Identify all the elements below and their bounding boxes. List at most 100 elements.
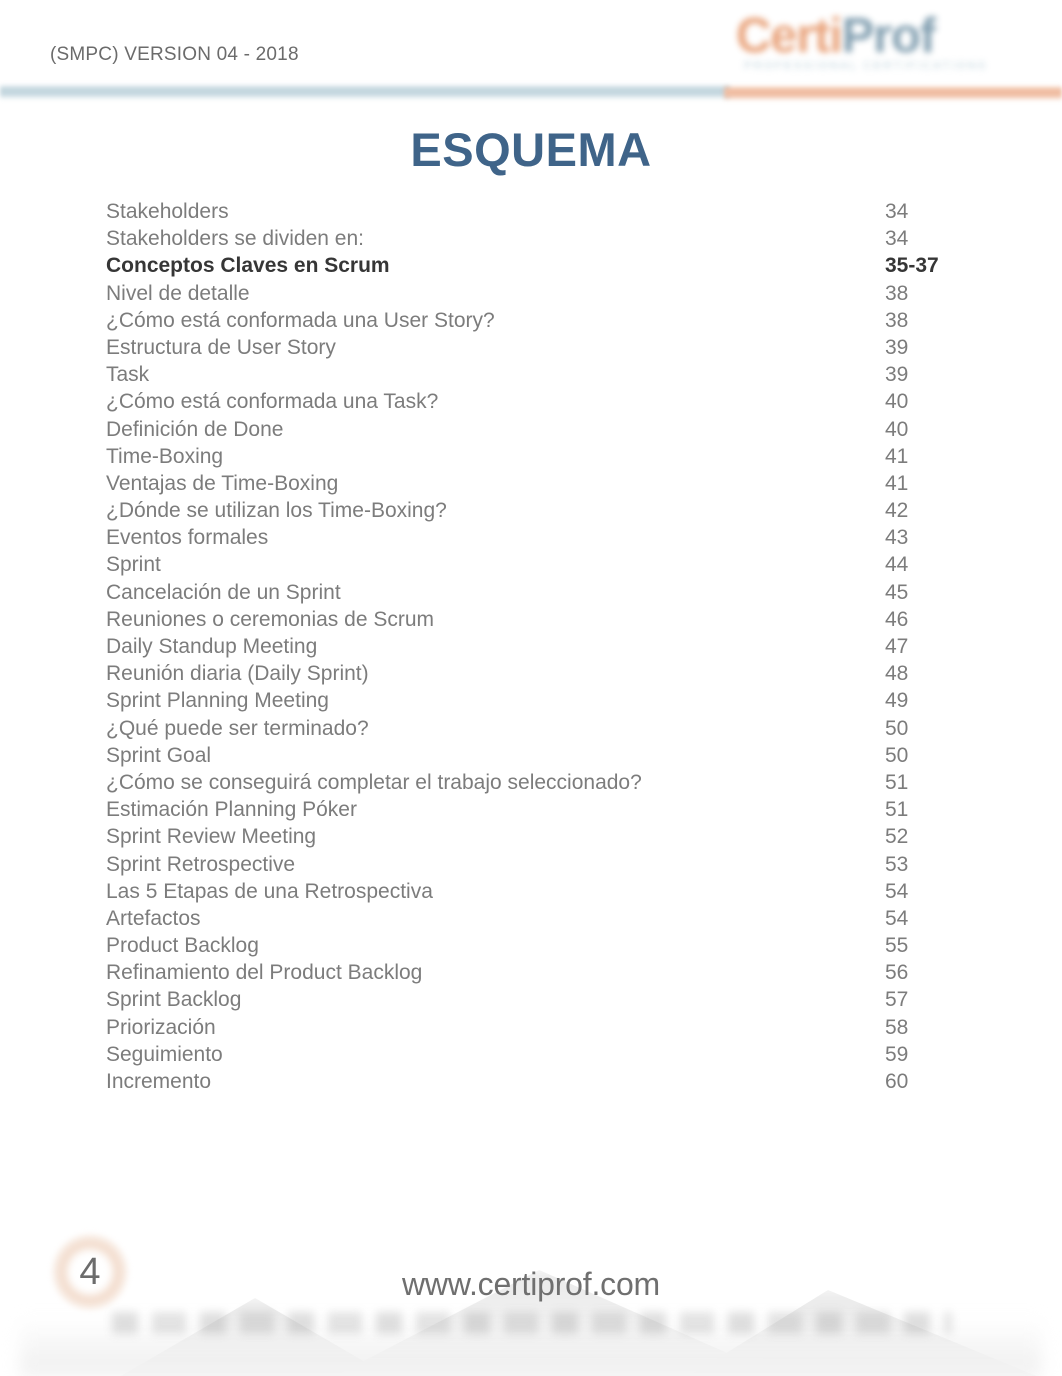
footer-mountain-watermark — [0, 1244, 1062, 1376]
logo-wordmark-prof: Prof — [841, 9, 936, 63]
toc-entry-label: Reunión diaria (Daily Sprint) — [106, 662, 369, 686]
toc-entry-page-number: 34 — [885, 227, 909, 251]
toc-entry[interactable]: Priorización 58 — [106, 1014, 952, 1041]
toc-entry[interactable]: Stakeholders 34 — [106, 198, 952, 225]
toc-entry-label: Sprint Retrospective — [106, 852, 296, 876]
toc-entry[interactable]: Nivel de detalle 38 — [106, 280, 952, 307]
toc-entry-label: Estructura de User Story — [106, 335, 336, 359]
toc-entry[interactable]: Estimación Planning Póker 51 — [106, 796, 952, 823]
toc-entry-label: ¿Cómo está conformada una User Story? — [106, 308, 495, 332]
toc-entry-page-number: 39 — [885, 363, 909, 387]
toc-entry-page-number: 58 — [885, 1015, 909, 1039]
toc-entry-page-number: 41 — [885, 471, 909, 495]
toc-entry-label: Refinamiento del Product Backlog — [106, 961, 423, 985]
toc-entry-label: Cancelación de un Sprint — [106, 580, 341, 604]
toc-entry-page-number: 55 — [885, 934, 909, 958]
toc-entry-page-number: 48 — [885, 662, 909, 686]
toc-entry[interactable]: Refinamiento del Product Backlog 56 — [106, 959, 952, 986]
toc-entry[interactable]: Reuniones o ceremonias de Scrum 46 — [106, 606, 952, 633]
toc-entry-page-number: 43 — [885, 526, 909, 550]
toc-entry-page-number: 49 — [885, 689, 909, 713]
toc-entry[interactable]: Reunión diaria (Daily Sprint) 48 — [106, 660, 952, 687]
logo-tagline: PROFESSIONAL CERTIFICATIONS — [744, 60, 988, 72]
document-page: (SMPC) VERSION 04 - 2018 CertiProf PROFE… — [0, 0, 1062, 1376]
toc-entry-page-number: 56 — [885, 961, 909, 985]
toc-entry[interactable]: Estructura de User Story 39 — [106, 334, 952, 361]
toc-entry-page-number: 57 — [885, 988, 909, 1012]
toc-entry[interactable]: Sprint Backlog 57 — [106, 986, 952, 1013]
toc-entry-label: Daily Standup Meeting — [106, 635, 318, 658]
toc-entry-label: Sprint Review Meeting — [106, 825, 317, 849]
toc-entry[interactable]: ¿Cómo está conformada una Task? 40 — [106, 388, 952, 415]
toc-entry-page-number: 47 — [885, 635, 909, 658]
toc-entry-page-number: 38 — [885, 281, 909, 305]
toc-entry-label: Seguimiento — [106, 1042, 223, 1066]
toc-entry-label: Ventajas de Time-Boxing — [106, 471, 339, 495]
toc-entry[interactable]: Eventos formales 43 — [106, 524, 952, 551]
toc-entry-label: Stakeholders se dividen en: — [106, 227, 364, 251]
toc-entry[interactable]: Daily Standup Meeting 47 — [106, 633, 952, 660]
toc-entry-page-number: 38 — [885, 308, 909, 332]
toc-entry[interactable]: Stakeholders se dividen en: 34 — [106, 225, 952, 252]
page-header: (SMPC) VERSION 04 - 2018 CertiProf PROFE… — [0, 0, 1062, 101]
logo-wordmark: CertiProf — [736, 8, 936, 64]
toc-entry[interactable]: Sprint Retrospective 53 — [106, 851, 952, 878]
header-divider — [0, 84, 1062, 101]
header-divider-orange-segment — [724, 85, 1062, 101]
toc-entry[interactable]: Cancelación de un Sprint 45 — [106, 579, 952, 606]
toc-entry[interactable]: Las 5 Etapas de una Retrospectiva 54 — [106, 878, 952, 905]
toc-entry[interactable]: Sprint Review Meeting 52 — [106, 823, 952, 850]
toc-entry-label: Sprint Planning Meeting — [106, 689, 329, 713]
toc-entry-label: Time-Boxing — [106, 444, 224, 468]
toc-entry-page-number: 34 — [885, 200, 909, 223]
toc-entry-page-number: 60 — [885, 1070, 909, 1093]
toc-entry-label: ¿Cómo se conseguirá completar el trabajo… — [106, 770, 642, 794]
toc-entry-label: Sprint Backlog — [106, 988, 242, 1012]
toc-entry-label: Incremento — [106, 1070, 212, 1093]
toc-entry[interactable]: Time-Boxing 41 — [106, 443, 952, 470]
toc-entry-page-number: 45 — [885, 580, 909, 604]
toc-entry-page-number: 41 — [885, 444, 909, 468]
toc-entry-label: Las 5 Etapas de una Retrospectiva — [106, 879, 433, 903]
toc-entry-label: Stakeholders — [106, 200, 229, 223]
watermark-blurred-text — [112, 1312, 952, 1334]
toc-entry[interactable]: Task 39 — [106, 361, 952, 388]
toc-entry-page-number: 50 — [885, 743, 909, 767]
toc-entry[interactable]: Sprint Planning Meeting 49 — [106, 687, 952, 714]
toc-entry-label: Task — [106, 363, 150, 387]
toc-entry[interactable]: ¿Qué puede ser terminado? 50 — [106, 715, 952, 742]
header-divider-blue-segment — [0, 84, 730, 100]
toc-entry[interactable]: ¿Cómo se conseguirá completar el trabajo… — [106, 769, 952, 796]
toc-entry-label: Nivel de detalle — [106, 281, 250, 305]
toc-entry[interactable]: Incremento 60 — [106, 1068, 952, 1095]
page-title: ESQUEMA — [410, 123, 652, 176]
toc-entry[interactable]: Sprint 44 — [106, 551, 952, 578]
toc-entry-label: Eventos formales — [106, 526, 269, 550]
toc-entry-page-number: 44 — [885, 553, 909, 577]
toc-entry[interactable]: ¿Dónde se utilizan los Time-Boxing? 42 — [106, 497, 952, 524]
toc-entry-page-number: 50 — [885, 716, 909, 740]
toc-entry[interactable]: Ventajas de Time-Boxing 41 — [106, 470, 952, 497]
toc-entry-label: Definición de Done — [106, 417, 284, 441]
toc-entry-label: Estimación Planning Póker — [106, 798, 357, 822]
toc-entry[interactable]: Conceptos Claves en Scrum 35-37 — [106, 252, 952, 279]
toc-entry[interactable]: Artefactos 54 — [106, 905, 952, 932]
toc-entry[interactable]: Seguimiento 59 — [106, 1041, 952, 1068]
toc-entry[interactable]: Definición de Done 40 — [106, 416, 952, 443]
page-footer: 4 www.certiprof.com — [0, 1226, 1062, 1376]
footer-website-url: www.certiprof.com — [402, 1266, 660, 1302]
toc-entry-page-number: 46 — [885, 607, 909, 631]
toc-entry-page-number: 40 — [885, 417, 909, 441]
toc-entry[interactable]: ¿Cómo está conformada una User Story? 38 — [106, 307, 952, 334]
toc-entry-page-number: 39 — [885, 335, 909, 359]
toc-entry-label: Priorización — [106, 1015, 216, 1039]
toc-entry-label: Product Backlog — [106, 934, 259, 958]
certiprof-logo: CertiProf PROFESSIONAL CERTIFICATIONS — [736, 6, 1020, 80]
toc-entry-label: Sprint — [106, 553, 161, 577]
toc-entry-label: ¿Qué puede ser terminado? — [106, 716, 369, 740]
toc-entry-label: ¿Cómo está conformada una Task? — [106, 390, 439, 414]
toc-entry-page-number: 54 — [885, 906, 909, 930]
toc-entry[interactable]: Sprint Goal 50 — [106, 742, 952, 769]
toc-entry[interactable]: Product Backlog 55 — [106, 932, 952, 959]
toc-entry-page-number: 51 — [885, 798, 909, 822]
